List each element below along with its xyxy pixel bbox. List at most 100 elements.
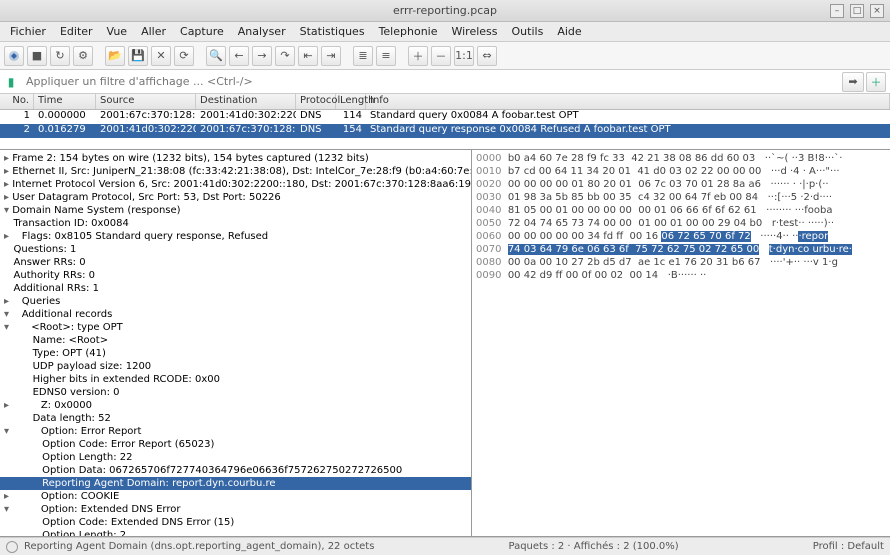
detail-line[interactable]: Option: COOKIE (0, 490, 471, 503)
hex-row[interactable]: 0020 00 00 00 00 01 80 20 01 06 7c 03 70… (476, 178, 886, 191)
col-info[interactable]: Info (366, 94, 890, 109)
detail-line[interactable]: Transaction ID: 0x0084 (0, 217, 471, 230)
detail-line[interactable]: Questions: 1 (0, 243, 471, 256)
detail-line[interactable]: Authority RRs: 0 (0, 269, 471, 282)
autoscroll-icon[interactable]: ≣ (353, 46, 373, 66)
detail-line[interactable]: Flags: 0x8105 Standard query response, R… (0, 230, 471, 243)
filter-apply-icon[interactable]: ➡ (842, 72, 864, 92)
resize-columns-icon[interactable]: ⇔ (477, 46, 497, 66)
maximize-button[interactable]: □ (850, 4, 864, 18)
titlebar: errr-reporting.pcap – □ × (0, 0, 890, 22)
detail-line[interactable]: Ethernet II, Src: JuniperN_21:38:08 (fc:… (0, 165, 471, 178)
packet-row[interactable]: 20.0162792001:41d0:302:2200:…2001:67c:37… (0, 124, 890, 138)
menu-telephonie[interactable]: Telephonie (373, 23, 444, 40)
detail-line[interactable]: Answer RRs: 0 (0, 256, 471, 269)
detail-line[interactable]: Additional RRs: 1 (0, 282, 471, 295)
go-first-icon[interactable]: ⇤ (298, 46, 318, 66)
menu-capture[interactable]: Capture (174, 23, 230, 40)
detail-line[interactable]: Domain Name System (response) (0, 204, 471, 217)
zoom-in-icon[interactable]: ＋ (408, 46, 428, 66)
detail-line[interactable]: Z: 0x0000 (0, 399, 471, 412)
hex-row[interactable]: 0060 00 00 00 00 00 34 fd ff 00 16 06 72… (476, 230, 886, 243)
zoom-out-icon[interactable]: － (431, 46, 451, 66)
zoom-reset-icon[interactable]: 1:1 (454, 46, 474, 66)
close-file-icon[interactable]: ✕ (151, 46, 171, 66)
window-title: errr-reporting.pcap (393, 4, 497, 17)
jump-icon[interactable]: ↷ (275, 46, 295, 66)
minimize-button[interactable]: – (830, 4, 844, 18)
hex-row[interactable]: 0030 01 98 3a 5b 85 bb 00 35 c4 32 00 64… (476, 191, 886, 204)
detail-line[interactable]: Option Length: 22 (0, 451, 471, 464)
hex-row[interactable]: 0070 74 03 64 79 6e 06 63 6f 75 72 62 75… (476, 243, 886, 256)
col-length[interactable]: Length (336, 94, 366, 109)
detail-line[interactable]: Option: Error Report (0, 425, 471, 438)
detail-line[interactable]: Queries (0, 295, 471, 308)
expert-info-icon[interactable] (6, 541, 18, 553)
restart-capture-icon[interactable]: ↻ (50, 46, 70, 66)
detail-line[interactable]: UDP payload size: 1200 (0, 360, 471, 373)
detail-line[interactable]: Option Code: Error Report (65023) (0, 438, 471, 451)
start-capture-icon[interactable] (4, 46, 24, 66)
detail-line[interactable]: Option Data: 067265706f727740364796e0663… (0, 464, 471, 477)
go-back-icon[interactable]: ← (229, 46, 249, 66)
find-packet-icon[interactable]: 🔍 (206, 46, 226, 66)
filter-bar: ▮ ➡ ＋ (0, 70, 890, 94)
save-file-icon[interactable]: 💾 (128, 46, 148, 66)
detail-line[interactable]: User Datagram Protocol, Src Port: 53, Ds… (0, 191, 471, 204)
packet-details-pane[interactable]: Frame 2: 154 bytes on wire (1232 bits), … (0, 150, 472, 536)
detail-line[interactable]: Data length: 52 (0, 412, 471, 425)
menu-wireless[interactable]: Wireless (445, 23, 503, 40)
detail-line[interactable]: Option: Extended DNS Error (0, 503, 471, 516)
menu-outils[interactable]: Outils (506, 23, 550, 40)
bookmark-filter-icon[interactable]: ▮ (2, 73, 20, 91)
menu-fichier[interactable]: Fichier (4, 23, 52, 40)
toolbar: ■ ↻ ⚙ 📂 💾 ✕ ⟳ 🔍 ← → ↷ ⇤ ⇥ ≣ ≡ ＋ － 1:1 ⇔ (0, 42, 890, 70)
status-field: Reporting Agent Domain (dns.opt.reportin… (24, 541, 374, 552)
close-button[interactable]: × (870, 4, 884, 18)
detail-line[interactable]: Frame 2: 154 bytes on wire (1232 bits), … (0, 152, 471, 165)
col-no[interactable]: No. (0, 94, 34, 109)
detail-line[interactable]: <Root>: type OPT (0, 321, 471, 334)
packet-list-pane[interactable]: No. Time Source Destination Protocol Len… (0, 94, 890, 150)
detail-line[interactable]: Internet Protocol Version 6, Src: 2001:4… (0, 178, 471, 191)
status-packets: Paquets : 2 · Affichés : 2 (100.0%) (508, 541, 678, 552)
hex-row[interactable]: 0010 b7 cd 00 64 11 34 20 01 41 d0 03 02… (476, 165, 886, 178)
hex-row[interactable]: 0000 b0 a4 60 7e 28 f9 fc 33 42 21 38 08… (476, 152, 886, 165)
packet-list-header: No. Time Source Destination Protocol Len… (0, 94, 890, 110)
open-file-icon[interactable]: 📂 (105, 46, 125, 66)
detail-line[interactable]: Higher bits in extended RCODE: 0x00 (0, 373, 471, 386)
col-destination[interactable]: Destination (196, 94, 296, 109)
col-protocol[interactable]: Protocol (296, 94, 336, 109)
menu-statistiques[interactable]: Statistiques (294, 23, 371, 40)
status-profile[interactable]: Profil : Default (813, 541, 884, 552)
hex-row[interactable]: 0040 81 05 00 01 00 00 00 00 00 01 06 66… (476, 204, 886, 217)
detail-line[interactable]: Reporting Agent Domain: report.dyn.courb… (0, 477, 471, 490)
hex-row[interactable]: 0090 00 42 d9 ff 00 0f 00 02 00 14 ·B···… (476, 269, 886, 282)
menu-vue[interactable]: Vue (101, 23, 134, 40)
capture-options-icon[interactable]: ⚙ (73, 46, 93, 66)
reload-file-icon[interactable]: ⟳ (174, 46, 194, 66)
stop-capture-icon[interactable]: ■ (27, 46, 47, 66)
detail-line[interactable]: Additional records (0, 308, 471, 321)
filter-add-icon[interactable]: ＋ (866, 72, 886, 92)
detail-line[interactable]: Option Code: Extended DNS Error (15) (0, 516, 471, 529)
menu-aller[interactable]: Aller (135, 23, 172, 40)
colorize-icon[interactable]: ≡ (376, 46, 396, 66)
detail-line[interactable]: Option Length: 2 (0, 529, 471, 536)
detail-line[interactable]: EDNS0 version: 0 (0, 386, 471, 399)
col-source[interactable]: Source (96, 94, 196, 109)
menubar: Fichier Editer Vue Aller Capture Analyse… (0, 22, 890, 42)
menu-aide[interactable]: Aide (551, 23, 587, 40)
menu-analyser[interactable]: Analyser (232, 23, 292, 40)
go-last-icon[interactable]: ⇥ (321, 46, 341, 66)
menu-editer[interactable]: Editer (54, 23, 99, 40)
packet-row[interactable]: 10.0000002001:67c:370:128:8a…2001:41d0:3… (0, 110, 890, 124)
hex-row[interactable]: 0080 00 0a 00 10 27 2b d5 d7 ae 1c e1 76… (476, 256, 886, 269)
packet-bytes-pane[interactable]: 0000 b0 a4 60 7e 28 f9 fc 33 42 21 38 08… (472, 150, 890, 536)
detail-line[interactable]: Type: OPT (41) (0, 347, 471, 360)
display-filter-input[interactable] (22, 73, 840, 90)
hex-row[interactable]: 0050 72 04 74 65 73 74 00 00 01 00 01 00… (476, 217, 886, 230)
col-time[interactable]: Time (34, 94, 96, 109)
detail-line[interactable]: Name: <Root> (0, 334, 471, 347)
go-forward-icon[interactable]: → (252, 46, 272, 66)
